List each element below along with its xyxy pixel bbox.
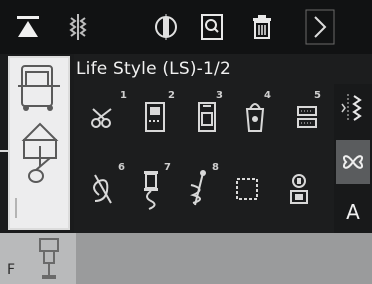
stitch-button-7[interactable]: 7: [124, 160, 178, 218]
next-page-button[interactable]: [300, 6, 340, 48]
mirror-stitch-button[interactable]: [336, 140, 370, 184]
stitch-number: 5: [314, 90, 321, 101]
stitch-button-10[interactable]: [272, 160, 326, 218]
stitch-button-8[interactable]: 8: [172, 160, 226, 218]
needle-position-icon: [341, 94, 362, 122]
trash-icon: [253, 15, 271, 39]
chevron-right-icon: [305, 9, 335, 45]
favorites-label: F: [7, 262, 16, 278]
dashed-square-icon: [236, 178, 258, 200]
stitch-number: 3: [216, 90, 223, 101]
memory-pattern-icon: [290, 174, 308, 204]
magnifier-icon: [201, 14, 223, 40]
foot-lever-icon: [15, 65, 60, 218]
needle-pattern-icon: [69, 14, 87, 40]
stitch-number: 2: [168, 90, 175, 101]
jeans-pocket-icon: [145, 102, 165, 132]
stitch-number: 8: [212, 162, 219, 173]
presser-foot-button[interactable]: [146, 6, 186, 48]
presser-foot-f-icon: [39, 238, 59, 279]
stitch-number: 1: [120, 90, 127, 101]
font-select-button[interactable]: A: [336, 190, 370, 234]
bobbin-top-button[interactable]: [8, 6, 48, 48]
scissors-thread-icon: [91, 108, 112, 128]
needle-position-button[interactable]: [336, 86, 370, 130]
spool-icon: [144, 171, 158, 210]
category-selector[interactable]: [8, 56, 70, 230]
stitch-number: 7: [164, 162, 171, 173]
stitch-button-3[interactable]: 3: [180, 88, 234, 146]
stitch-button-4[interactable]: 4: [228, 88, 282, 146]
stitch-button-9[interactable]: [220, 160, 274, 218]
pin-icon: [190, 170, 206, 206]
presser-foot-icon: [155, 14, 177, 40]
bag-icon: [245, 103, 265, 132]
needle-pattern-button[interactable]: [58, 6, 98, 48]
needle-loop-icon: [93, 174, 112, 204]
stitch-number: 4: [264, 90, 271, 101]
shirt-pocket-icon: [198, 102, 216, 132]
mirror-stitch-icon: [343, 155, 363, 169]
trash-button[interactable]: [242, 6, 282, 48]
stitch-button-1[interactable]: 1: [76, 88, 130, 146]
page-title: Life Style (LS)-1/2: [76, 59, 231, 79]
stitch-button-5[interactable]: 5: [280, 88, 334, 146]
tape-measure-icon: [297, 106, 317, 128]
stitch-button-6[interactable]: 6: [76, 160, 130, 218]
font-a-label: A: [346, 200, 360, 224]
stitch-button-2[interactable]: 2: [128, 88, 182, 146]
bobbin-top-icon: [17, 16, 39, 37]
magnifier-button[interactable]: [192, 6, 232, 48]
